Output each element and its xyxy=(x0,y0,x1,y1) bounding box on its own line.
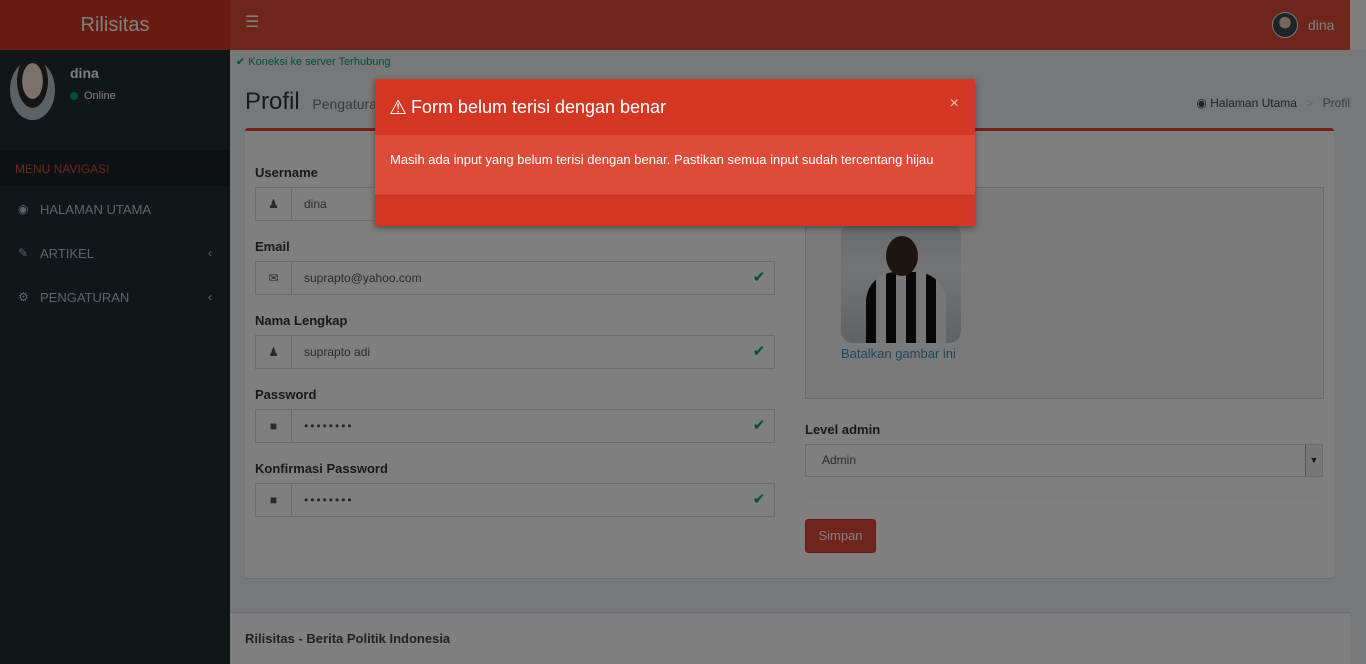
error-modal: ⚠ Form belum terisi dengan benar × Masih… xyxy=(375,79,975,226)
modal-header: ⚠ Form belum terisi dengan benar × xyxy=(375,79,975,135)
modal-body: Masih ada input yang belum terisi dengan… xyxy=(390,152,934,167)
warning-icon: ⚠ xyxy=(389,96,407,119)
modal-footer xyxy=(375,195,975,226)
close-icon[interactable]: × xyxy=(950,95,959,113)
modal-title: Form belum terisi dengan benar xyxy=(410,96,667,117)
